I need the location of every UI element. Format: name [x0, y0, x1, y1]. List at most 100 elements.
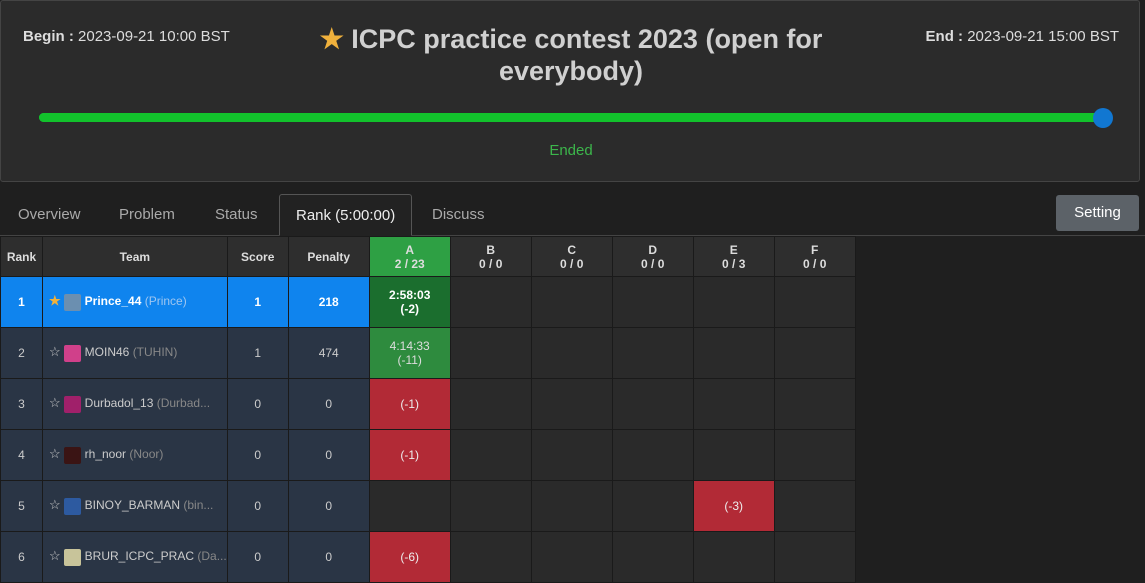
- avatar: [63, 344, 81, 362]
- problem-cell[interactable]: (-1): [368, 429, 451, 481]
- table-row: 3 ☆ Durbadol_13 (Durbad... 0 0 (-1): [0, 378, 856, 430]
- penalty-cell: 0: [287, 378, 370, 430]
- problem-cell: [449, 531, 532, 583]
- table-row: 2 ☆ MOIN46 (TUHIN) 1 474 4:14:33 (-11): [0, 327, 856, 379]
- star-icon[interactable]: ☆: [49, 446, 61, 461]
- problem-cell: [530, 531, 613, 583]
- score-cell: 1: [226, 276, 289, 328]
- problem-header-c[interactable]: C0 / 0: [530, 236, 613, 277]
- penalty-cell: 474: [287, 327, 370, 379]
- problem-cell[interactable]: 2:58:03 (-2): [368, 276, 451, 328]
- avatar: [63, 293, 81, 311]
- problem-cell: [773, 378, 856, 430]
- end-time: End : 2023-09-21 15:00 BST: [925, 28, 1119, 45]
- team-cell[interactable]: ☆ BINOY_BARMAN (bin...: [42, 480, 228, 532]
- problem-cell: [773, 480, 856, 532]
- team-cell[interactable]: ★ Prince_44 (Prince): [42, 276, 228, 328]
- problem-cell: [449, 327, 532, 379]
- problem-cell: [611, 531, 694, 583]
- problem-cell: [611, 276, 694, 328]
- problem-cell[interactable]: (-1): [368, 378, 451, 430]
- tab-problem[interactable]: Problem: [103, 194, 191, 236]
- tab-discuss[interactable]: Discuss: [416, 194, 501, 236]
- avatar: [63, 497, 81, 515]
- table-row: 1 ★ Prince_44 (Prince) 1 218 2:58:03 (-2): [0, 276, 856, 328]
- table-header-row: Rank Team Score Penalty A2 / 23 B0 / 0 C…: [0, 236, 856, 277]
- team-name[interactable]: BINOY_BARMAN: [85, 498, 180, 512]
- team-nickname: (Durbad...: [156, 396, 211, 411]
- begin-time: Begin : 2023-09-21 10:00 BST: [23, 28, 230, 45]
- star-icon[interactable]: ☆: [49, 548, 61, 563]
- problem-cell: [773, 429, 856, 481]
- contest-progress-bar: [39, 113, 1103, 122]
- rank-cell: 1: [0, 276, 43, 328]
- penalty-header[interactable]: Penalty: [287, 236, 370, 277]
- rank-cell: 2: [0, 327, 43, 379]
- star-icon[interactable]: ☆: [49, 344, 61, 359]
- problem-cell: [449, 276, 532, 328]
- score-cell: 0: [226, 378, 289, 430]
- problem-cell: [530, 429, 613, 481]
- progress-knob[interactable]: [1093, 108, 1113, 128]
- contest-title: ★ ICPC practice contest 2023 (open for e…: [319, 24, 823, 86]
- team-nickname: (bin...: [183, 498, 214, 513]
- rank-header[interactable]: Rank: [0, 236, 43, 277]
- setting-button[interactable]: Setting: [1056, 195, 1139, 231]
- problem-cell: [530, 480, 613, 532]
- problem-cell: [692, 378, 775, 430]
- star-icon[interactable]: ☆: [49, 497, 61, 512]
- star-icon[interactable]: ☆: [49, 395, 61, 410]
- problem-cell: [530, 378, 613, 430]
- tab-rank[interactable]: Rank (5:00:00): [279, 194, 413, 236]
- rank-table: Rank Team Score Penalty A2 / 23 B0 / 0 C…: [0, 236, 856, 583]
- team-header[interactable]: Team: [42, 236, 228, 277]
- problem-cell: [773, 276, 856, 328]
- problem-cell: [692, 327, 775, 379]
- problem-cell: [692, 531, 775, 583]
- team-nickname: (Noor): [129, 447, 164, 462]
- problem-header-f[interactable]: F0 / 0: [773, 236, 856, 277]
- team-cell[interactable]: ☆ Durbadol_13 (Durbad...: [42, 378, 228, 430]
- score-cell: 0: [226, 531, 289, 583]
- problem-cell: [368, 480, 451, 532]
- team-name[interactable]: MOIN46: [85, 345, 130, 359]
- star-icon: ★: [319, 24, 344, 54]
- penalty-cell: 218: [287, 276, 370, 328]
- contest-header: Begin : 2023-09-21 10:00 BST ★ ICPC prac…: [0, 0, 1140, 182]
- problem-header-a[interactable]: A2 / 23: [368, 236, 451, 277]
- tab-status[interactable]: Status: [199, 194, 274, 236]
- team-cell[interactable]: ☆ MOIN46 (TUHIN): [42, 327, 228, 379]
- problem-cell: [692, 429, 775, 481]
- problem-header-b[interactable]: B0 / 0: [449, 236, 532, 277]
- team-nickname: (TUHIN): [132, 345, 178, 360]
- score-cell: 1: [226, 327, 289, 379]
- tab-overview[interactable]: Overview: [2, 194, 97, 236]
- problem-cell: [449, 480, 532, 532]
- problem-cell: [449, 378, 532, 430]
- penalty-cell: 0: [287, 429, 370, 481]
- team-name[interactable]: Prince_44: [85, 294, 142, 308]
- avatar: [63, 548, 81, 566]
- table-row: 6 ☆ BRUR_ICPC_PRAC (Da... 0 0 (-6): [0, 531, 856, 583]
- problem-cell[interactable]: (-6): [368, 531, 451, 583]
- team-name[interactable]: Durbadol_13: [85, 396, 154, 410]
- problem-cell[interactable]: 4:14:33 (-11): [368, 327, 451, 379]
- team-cell[interactable]: ☆ rh_noor (Noor): [42, 429, 228, 481]
- team-name[interactable]: rh_noor: [85, 447, 126, 461]
- table-row: 5 ☆ BINOY_BARMAN (bin... 0 0 (-3): [0, 480, 856, 532]
- rank-cell: 3: [0, 378, 43, 430]
- rank-cell: 6: [0, 531, 43, 583]
- problem-header-e[interactable]: E0 / 3: [692, 236, 775, 277]
- star-icon[interactable]: ★: [49, 293, 61, 308]
- problem-cell: [530, 327, 613, 379]
- rank-cell: 5: [0, 480, 43, 532]
- problem-cell: [611, 429, 694, 481]
- score-cell: 0: [226, 429, 289, 481]
- team-nickname: (Da...: [197, 549, 227, 564]
- problem-cell[interactable]: (-3): [692, 480, 775, 532]
- score-cell: 0: [226, 480, 289, 532]
- problem-header-d[interactable]: D0 / 0: [611, 236, 694, 277]
- team-cell[interactable]: ☆ BRUR_ICPC_PRAC (Da...: [42, 531, 228, 583]
- score-header[interactable]: Score: [226, 236, 289, 277]
- team-name[interactable]: BRUR_ICPC_PRAC: [85, 549, 194, 563]
